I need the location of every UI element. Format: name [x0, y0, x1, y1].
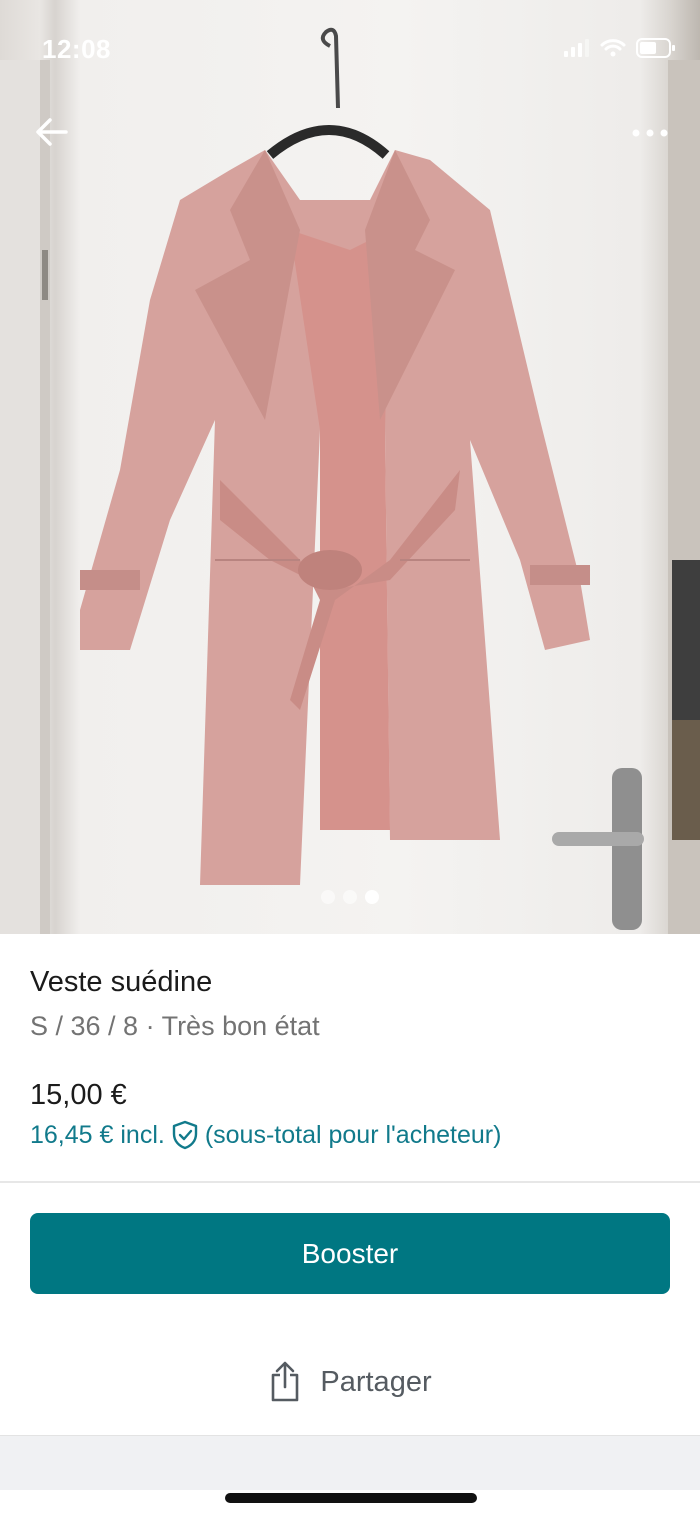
battery-icon: [636, 38, 675, 58]
back-arrow-icon: [36, 118, 68, 146]
signal-icon: [564, 39, 589, 57]
divider: [0, 1181, 700, 1183]
back-button[interactable]: [30, 112, 74, 152]
buyer-price-note: (sous-total pour l'acheteur): [204, 1120, 502, 1149]
booster-button[interactable]: Booster: [30, 1213, 670, 1294]
status-bar: 12:08: [0, 0, 700, 100]
item-photo[interactable]: [0, 0, 700, 934]
buyer-price-link[interactable]: 16,45 € incl. (sous-total pour l'acheteu…: [30, 1120, 501, 1150]
buyer-price-amount: 16,45 € incl.: [30, 1120, 165, 1149]
share-label: Partager: [320, 1365, 432, 1398]
status-icons: [564, 38, 676, 58]
coat-photo: [0, 27, 700, 934]
gallery-dot-active[interactable]: [365, 890, 379, 904]
shield-check-icon: [172, 1120, 198, 1150]
share-button[interactable]: Partager: [0, 1352, 700, 1412]
item-price: 15,00 €: [30, 1079, 127, 1111]
home-indicator[interactable]: [225, 1493, 477, 1503]
gallery-pagination: [0, 890, 700, 904]
gallery-dot[interactable]: [343, 890, 357, 904]
item-info: Veste suédine S / 36 / 8 · Très bon état: [30, 966, 670, 1042]
wifi-icon: [600, 39, 626, 57]
item-title: Veste suédine: [30, 966, 213, 998]
share-icon: [272, 1361, 299, 1402]
more-dots-icon: [632, 129, 668, 137]
gallery-dot[interactable]: [321, 890, 335, 904]
more-options-button[interactable]: [628, 118, 672, 148]
bottom-band: [0, 1435, 700, 1490]
status-time: 12:08: [42, 34, 111, 64]
item-details: S / 36 / 8 · Très bon état: [30, 1011, 320, 1041]
